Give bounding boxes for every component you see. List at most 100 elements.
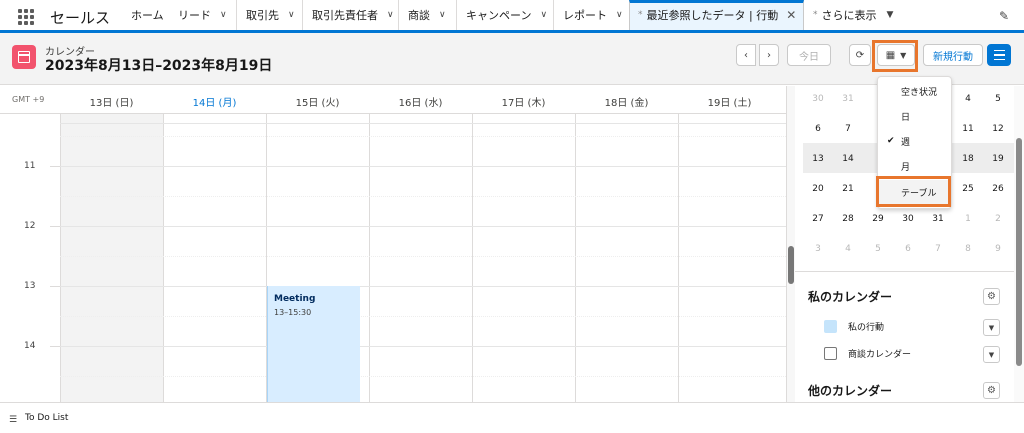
nav-item-label: レポート [563,9,607,22]
chevron-down-icon[interactable]: ∨ [616,10,623,20]
day-header-row: GMT +9 13日 (日) 14日 (月) 15日 (火) 16日 (水) 1… [0,86,786,114]
calendar-checkbox[interactable] [824,347,837,360]
view-menu: 空き状況 日 ✔ 週 月 テーブル [877,76,952,209]
calendar-item-my-events[interactable]: 私の行動 [824,320,884,333]
panel-scrollbar[interactable] [1014,86,1024,402]
nav-item-contacts[interactable]: 取引先責任者 ∨ [302,0,394,30]
day-column[interactable] [472,114,575,402]
mini-calendar-day[interactable]: 6 [803,114,833,144]
mini-calendar-day[interactable]: 9 [983,234,1013,264]
menu-item-table[interactable]: テーブル [878,180,951,204]
hour-tick [50,166,60,167]
chevron-down-icon[interactable]: ∨ [220,10,227,20]
grid-scrollbar[interactable] [786,86,795,402]
mini-calendar-day[interactable]: 11 [953,114,983,144]
nav-item-reports[interactable]: レポート ∨ [553,0,623,30]
hour-line [60,166,786,167]
mini-calendar-day[interactable]: 5 [863,234,893,264]
nav-item-opportunities[interactable]: 商談 ∨ [398,0,446,30]
calendar-item-opportunities[interactable]: 商談カレンダー [824,347,911,360]
nav-item-campaigns[interactable]: キャンペーン ∨ [456,0,547,30]
mini-calendar-day[interactable]: 31 [833,86,863,114]
mini-calendar-day[interactable]: 21 [833,174,863,204]
menu-item-availability[interactable]: 空き状況 [878,79,951,103]
mini-calendar-day[interactable]: 20 [803,174,833,204]
event-meeting[interactable]: Meeting 13–15:30 [267,286,360,402]
next-week-button[interactable]: › [759,44,779,66]
chevron-down-icon[interactable]: ∨ [439,10,446,20]
mini-calendar-day[interactable]: 6 [893,234,923,264]
day-column[interactable] [163,114,266,402]
list-view-button[interactable] [987,44,1011,66]
edit-pencil-icon[interactable]: ✎ [999,9,1009,23]
refresh-icon: ⟳ [855,49,865,61]
mini-calendar-day[interactable]: 19 [983,144,1013,174]
mini-calendar-day[interactable]: 4 [833,234,863,264]
day-column[interactable] [678,114,786,402]
day-header[interactable]: 15日 (火) [266,94,369,109]
mini-calendar-day[interactable]: 26 [983,174,1013,204]
mini-calendar-day[interactable]: 4 [953,86,983,114]
mini-calendar-day[interactable]: 28 [833,204,863,234]
mini-calendar-day[interactable]: 5 [983,86,1013,114]
day-header[interactable]: 17日 (木) [472,94,575,109]
hour-line [60,346,786,347]
view-switcher-button[interactable]: ▦ ▼ [877,44,915,66]
chevron-down-icon[interactable]: ∨ [540,10,547,20]
timezone-label: GMT +9 [12,95,45,104]
refresh-button[interactable]: ⟳ [849,44,871,66]
day-header[interactable]: 18日 (金) [575,94,678,109]
tab-recent-events[interactable]: * 最近参照したデータ | 行動 ✕ [629,0,804,30]
menu-item-week[interactable]: ✔ 週 [878,129,951,153]
chevron-down-icon[interactable]: ∨ [387,10,394,20]
calendar-item-menu-button[interactable]: ▼ [983,346,1000,363]
calendar-item-label: 私の行動 [848,323,885,333]
nav-more-menu[interactable]: * さらに表示 ▼ [813,0,893,30]
day-column[interactable] [575,114,678,402]
calendar-color-swatch[interactable] [824,320,837,333]
chevron-down-icon[interactable]: ∨ [288,10,295,20]
app-launcher-icon[interactable] [18,9,34,25]
previous-week-button[interactable]: ‹ [736,44,756,66]
menu-item-day[interactable]: 日 [878,104,951,128]
mini-calendar-day[interactable]: 14 [833,144,863,174]
mini-calendar-day[interactable]: 2 [983,204,1013,234]
divider [795,271,1024,272]
day-header-today[interactable]: 14日 (月) [163,94,266,109]
mini-calendar-day[interactable]: 7 [833,114,863,144]
day-column[interactable] [369,114,472,402]
mini-calendar-day[interactable]: 27 [803,204,833,234]
my-calendars-settings-button[interactable]: ⚙ [983,288,1000,305]
new-event-button[interactable]: 新規行動 [923,44,983,66]
calendar-item-menu-button[interactable]: ▼ [983,319,1000,336]
day-header[interactable]: 19日 (土) [678,94,781,109]
today-button[interactable]: 今日 [787,44,831,66]
caret-down-icon[interactable]: ▼ [887,10,894,20]
mini-calendar-day[interactable]: 7 [923,234,953,264]
todo-list-button[interactable]: To Do List [25,413,68,423]
day-column[interactable] [60,114,163,402]
day-header[interactable]: 13日 (日) [60,94,163,109]
mini-calendar-day[interactable]: 18 [953,144,983,174]
week-grid: 11 12 13 14 Meeting 13–15:30 GMT +9 13日 … [0,86,786,402]
mini-calendar-day[interactable]: 8 [953,234,983,264]
nav-item-home[interactable]: ホーム [131,0,164,30]
tab-pin-icon: * [638,10,643,20]
day-header[interactable]: 16日 (水) [369,94,472,109]
nav-item-label: リード [178,9,211,22]
mini-calendar-day[interactable]: 13 [803,144,833,174]
nav-item-leads[interactable]: リード ∨ [178,0,227,30]
hour-tick [50,286,60,287]
close-icon[interactable]: ✕ [786,8,796,22]
other-calendars-settings-button[interactable]: ⚙ [983,382,1000,399]
menu-item-month[interactable]: 月 [878,154,951,178]
nav-more-label: さらに表示 [821,9,877,22]
mini-calendar-day[interactable]: 1 [953,204,983,234]
mini-calendar-day[interactable]: 3 [803,234,833,264]
mini-calendar-day[interactable]: 12 [983,114,1013,144]
nav-item-accounts[interactable]: 取引先 ∨ [236,0,295,30]
checkmark-icon: ✔ [887,136,895,146]
mini-calendar-day[interactable]: 30 [803,86,833,114]
nav-item-label: 取引先 [246,9,279,22]
mini-calendar-day[interactable]: 25 [953,174,983,204]
